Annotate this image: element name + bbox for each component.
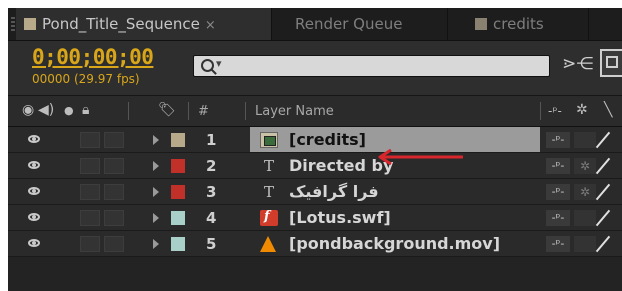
vlc-video-icon [260, 236, 276, 252]
layer-number: 3 [206, 183, 217, 201]
collapse-switch[interactable] [574, 236, 596, 252]
audio-icon: ◀) [38, 102, 55, 118]
solo-toggle[interactable] [80, 158, 100, 174]
quality-switch-icon[interactable] [595, 235, 611, 253]
collapse-switch[interactable]: ✲ [574, 158, 596, 174]
eye-icon[interactable] [28, 239, 40, 247]
collapse-switch[interactable]: ✲ [574, 184, 596, 200]
shy-switch[interactable]: -ᵖ- [546, 158, 570, 174]
layer-name[interactable]: [pondbackground.mov] [289, 234, 500, 253]
draft-3d-icon[interactable] [600, 49, 622, 77]
layer-name[interactable]: فرا گرافیک [289, 182, 379, 201]
quality-switch-icon[interactable] [595, 209, 611, 227]
panel-grip-icon[interactable] [11, 17, 15, 31]
expand-arrow-icon[interactable] [153, 187, 159, 197]
red-arrow-annotation [378, 149, 463, 165]
solo-toggle[interactable] [80, 132, 100, 148]
tab-render-queue[interactable]: Render Queue [273, 8, 448, 40]
swf-file-icon [260, 209, 278, 226]
composition-mini-flowchart-icon[interactable]: ⋗⋲ [562, 54, 593, 74]
lock-icon: 🔒︎ [82, 102, 90, 118]
solo-toggle[interactable] [80, 184, 100, 200]
solo-icon: ● [64, 104, 74, 117]
layer-column-header: ◉ ◀) ● 🔒︎ 🏷︎ # Layer Name -ᵖ- ✲ ╲ [8, 96, 622, 127]
tab-label: Render Queue [295, 15, 403, 33]
tab-pond-title-sequence[interactable]: Pond_Title_Sequence × [16, 8, 272, 40]
expand-arrow-icon[interactable] [153, 135, 159, 145]
tab-label: credits [493, 15, 544, 33]
composition-swatch-icon [475, 18, 487, 30]
eye-icon[interactable] [28, 135, 40, 143]
shy-switch[interactable]: -ᵖ- [546, 236, 570, 252]
collapse-switch[interactable] [574, 210, 596, 226]
chevron-down-icon[interactable]: ▾ [216, 57, 222, 70]
column-number: # [198, 104, 209, 119]
label-color[interactable] [171, 133, 185, 147]
shy-switch[interactable]: -ᵖ- [546, 210, 570, 226]
tab-credits[interactable]: credits [449, 8, 589, 40]
layer-row[interactable]: 1 [credits] -ᵖ- [8, 127, 622, 153]
layer-row[interactable]: 3 T فرا گرافیک -ᵖ- ✲ [8, 179, 622, 205]
layer-row[interactable]: 5 [pondbackground.mov] -ᵖ- [8, 231, 622, 257]
column-layer-name[interactable]: Layer Name [255, 104, 334, 119]
frame-count: 00000 (29.97 fps) [32, 72, 140, 86]
layer-row[interactable]: 4 [Lotus.swf] -ᵖ- [8, 205, 622, 231]
layer-row[interactable]: 2 T Directed by -ᵖ- ✲ [8, 153, 622, 179]
timeline-toolbar: 0;00;00;00 00000 (29.97 fps) ▾ ⋗⋲ [8, 41, 622, 96]
shy-switch[interactable]: -ᵖ- [546, 184, 570, 200]
eye-icon: ◉ [22, 102, 35, 118]
composition-icon [260, 132, 278, 148]
label-color[interactable] [171, 185, 185, 199]
tab-label: Pond_Title_Sequence [42, 15, 200, 33]
solo-toggle[interactable] [80, 236, 100, 252]
lock-toggle[interactable] [104, 184, 124, 200]
lock-toggle[interactable] [104, 210, 124, 226]
layer-number: 1 [206, 131, 217, 149]
label-color[interactable] [171, 237, 185, 251]
composition-swatch-icon [24, 18, 36, 30]
eye-icon[interactable] [28, 213, 40, 221]
lock-toggle[interactable] [104, 158, 124, 174]
quality-icon: ╲ [604, 102, 613, 118]
shy-switch-icon: -ᵖ- [548, 104, 562, 118]
timeline-panel: Pond_Title_Sequence × Render Queue credit… [8, 8, 622, 291]
layer-number: 4 [206, 209, 217, 227]
solo-toggle[interactable] [80, 210, 100, 226]
search-input[interactable]: ▾ [193, 55, 550, 77]
layer-number: 2 [206, 157, 217, 175]
text-layer-icon: T [263, 157, 274, 175]
label-tag-icon: 🏷︎ [158, 102, 176, 118]
tab-bar: Pond_Title_Sequence × Render Queue credit… [8, 8, 622, 41]
collapse-icon: ✲ [576, 102, 588, 118]
current-time-display[interactable]: 0;00;00;00 [32, 45, 154, 69]
expand-arrow-icon[interactable] [153, 239, 159, 249]
quality-switch-icon[interactable] [595, 183, 611, 201]
expand-arrow-icon[interactable] [153, 161, 159, 171]
close-icon[interactable]: × [205, 18, 216, 33]
quality-switch-icon[interactable] [595, 131, 611, 149]
layer-number: 5 [206, 235, 217, 253]
lock-toggle[interactable] [104, 132, 124, 148]
text-layer-icon: T [263, 183, 274, 201]
lock-toggle[interactable] [104, 236, 124, 252]
eye-icon[interactable] [28, 187, 40, 195]
expand-arrow-icon[interactable] [153, 213, 159, 223]
layer-name[interactable]: [credits] [289, 130, 366, 149]
quality-switch-icon[interactable] [595, 157, 611, 175]
label-color[interactable] [171, 159, 185, 173]
collapse-switch[interactable] [574, 132, 596, 148]
label-color[interactable] [171, 211, 185, 225]
shy-switch[interactable]: -ᵖ- [546, 132, 570, 148]
layer-name[interactable]: [Lotus.swf] [289, 208, 391, 227]
search-icon [201, 59, 214, 72]
eye-icon[interactable] [28, 161, 40, 169]
